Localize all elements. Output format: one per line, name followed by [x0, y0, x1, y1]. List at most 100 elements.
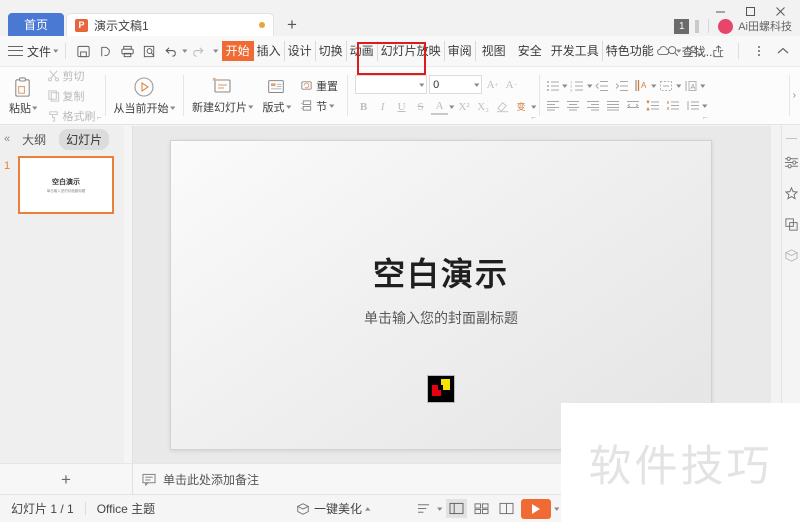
format-painter-button[interactable]: 格式刷	[45, 107, 98, 125]
clipboard-expand-icon[interactable]: ⌐	[97, 113, 102, 122]
justify-button[interactable]	[603, 97, 622, 114]
save-as-icon[interactable]	[95, 40, 117, 62]
copy-button[interactable]: 复制	[45, 87, 98, 105]
chevron-down-icon[interactable]: ▾	[32, 104, 37, 112]
distribute-button[interactable]	[623, 97, 642, 114]
normal-view-icon[interactable]	[445, 499, 467, 518]
print-preview-icon[interactable]	[139, 40, 161, 62]
cut-button[interactable]: 剪切	[45, 67, 98, 85]
thumbnail-item-1[interactable]: 1 空白演示 单击输入您的封面副标题	[4, 156, 132, 214]
redo-icon[interactable]	[186, 40, 208, 62]
cloud-dropdown-icon[interactable]: ▾	[677, 47, 682, 55]
tab-设计[interactable]: 设计	[285, 41, 316, 61]
slide-logo-image[interactable]	[427, 375, 455, 403]
material-library-icon[interactable]	[783, 247, 799, 263]
increase-font-size-button[interactable]: A +	[484, 76, 501, 93]
collapse-ribbon-icon[interactable]	[772, 40, 794, 62]
new-slide-button[interactable]: 新建幻灯片 ▾	[187, 74, 258, 117]
decrease-indent-button[interactable]	[592, 77, 611, 94]
change-case-button[interactable]: 变	[513, 98, 530, 115]
font-size-input[interactable]: 0 ▾	[429, 75, 483, 94]
tab-slides[interactable]: 幻灯片	[59, 128, 110, 150]
decrease-font-size-button[interactable]: A −	[503, 76, 520, 93]
chevron-right-icon[interactable]: ›	[793, 90, 796, 101]
share-icon[interactable]	[707, 40, 729, 62]
chevron-down-icon[interactable]: ▾	[170, 104, 175, 112]
tab-审阅[interactable]: 审阅	[445, 41, 476, 61]
line-spacing-decrease-button[interactable]	[663, 97, 682, 114]
font-color-button[interactable]: A	[431, 98, 449, 115]
save-icon[interactable]	[73, 40, 95, 62]
cloud-icon[interactable]	[653, 40, 675, 62]
paste-button[interactable]: 粘贴 ▾	[4, 74, 42, 118]
clear-format-button[interactable]	[494, 98, 511, 115]
reset-button[interactable]: 重置	[298, 77, 340, 95]
paragraph-expand-icon[interactable]: ⌐	[703, 113, 708, 122]
play-dropdown-icon[interactable]: ▾	[554, 505, 559, 513]
tab-开始[interactable]: 开始	[221, 41, 254, 61]
tab-幻灯片放映[interactable]: 幻灯片放映	[378, 41, 445, 61]
undo-icon[interactable]	[161, 40, 183, 62]
chevron-down-icon[interactable]: ▾	[474, 81, 479, 89]
font-color-dropdown-icon[interactable]: ▾	[449, 103, 454, 111]
slide-title[interactable]: 空白演示	[171, 249, 711, 295]
tab-插入[interactable]: 插入	[254, 41, 285, 61]
line-spacing-button[interactable]	[683, 97, 702, 114]
numbered-list-button[interactable]: 123	[568, 77, 587, 94]
line-spacing-dropdown-icon[interactable]: ▾	[702, 102, 707, 110]
tab-特色功能[interactable]: 特色功能	[603, 41, 657, 61]
chevron-down-icon[interactable]: ▾	[248, 103, 253, 111]
increase-indent-button[interactable]	[612, 77, 631, 94]
tab-home[interactable]: 首页	[8, 13, 64, 36]
start-from-current-button[interactable]: 从当前开始 ▾	[109, 73, 180, 118]
chevron-down-icon[interactable]: ▾	[329, 102, 334, 110]
text-direction-dropdown-icon[interactable]: ▾	[651, 82, 656, 90]
line-spacing-increase-button[interactable]	[643, 97, 662, 114]
chevron-down-icon[interactable]: ▾	[286, 103, 291, 111]
tab-视图[interactable]: 视图	[476, 41, 512, 61]
quick-access-more-icon[interactable]: ▾	[213, 47, 218, 55]
tab-切换[interactable]: 切换	[316, 41, 347, 61]
superscript-button[interactable]: X²	[456, 98, 473, 115]
numbering-dropdown-icon[interactable]: ▾	[587, 82, 592, 90]
menu-hamburger-icon[interactable]	[8, 45, 23, 57]
tab-安全[interactable]: 安全	[512, 41, 548, 61]
reading-view-icon[interactable]	[496, 499, 517, 518]
notes-pane[interactable]: 单击此处添加备注	[133, 464, 259, 495]
tab-document-1[interactable]: P 演示文稿1	[66, 13, 274, 36]
tab-开发工具[interactable]: 开发工具	[548, 41, 603, 61]
add-user-icon[interactable]	[683, 40, 705, 62]
slide-thumbnail[interactable]: 空白演示 单击输入您的封面副标题	[18, 156, 114, 214]
italic-button[interactable]: I	[374, 98, 391, 115]
chevron-down-icon[interactable]: ▾	[53, 47, 58, 55]
collapse-panel-icon[interactable]: «	[4, 133, 10, 145]
text-direction-icon[interactable]	[413, 499, 434, 518]
beautify-button[interactable]: 一键美化 ▾	[296, 500, 370, 517]
subscript-button[interactable]: X₂	[475, 98, 492, 115]
slide-sorter-icon[interactable]	[471, 499, 492, 518]
font-expand-icon[interactable]: ⌐	[531, 113, 536, 122]
strikethrough-button[interactable]: S	[412, 98, 429, 115]
tab-outline[interactable]: 大纲	[15, 129, 53, 150]
shapes-icon[interactable]	[783, 216, 799, 232]
columns-button[interactable]: A	[681, 77, 700, 94]
new-tab-button[interactable]: +	[282, 16, 302, 36]
underline-button[interactable]: U	[393, 98, 410, 115]
play-icon[interactable]	[520, 498, 551, 519]
slide-subtitle[interactable]: 单击输入您的封面副标题	[171, 308, 711, 328]
change-case-dropdown-icon[interactable]: ▾	[531, 103, 536, 111]
tab-动画[interactable]: 动画	[347, 41, 378, 61]
font-name-input[interactable]: ▾	[355, 75, 428, 94]
ribbon-overflow-button[interactable]: ›	[788, 67, 800, 124]
avatar[interactable]	[718, 18, 734, 34]
columns-dropdown-icon[interactable]: ▾	[700, 82, 705, 90]
design-ideas-icon[interactable]	[783, 185, 799, 201]
account-name[interactable]: Ai田螺科技	[738, 18, 792, 34]
align-text-dropdown-icon[interactable]: ▾	[676, 82, 681, 90]
sidebar-handle[interactable]	[785, 138, 797, 140]
align-center-button[interactable]	[563, 97, 582, 114]
theme-name[interactable]: Office 主题	[86, 500, 166, 517]
chevron-up-icon[interactable]: ▾	[365, 505, 370, 513]
more-icon[interactable]	[748, 40, 770, 62]
bullet-list-button[interactable]	[543, 77, 562, 94]
